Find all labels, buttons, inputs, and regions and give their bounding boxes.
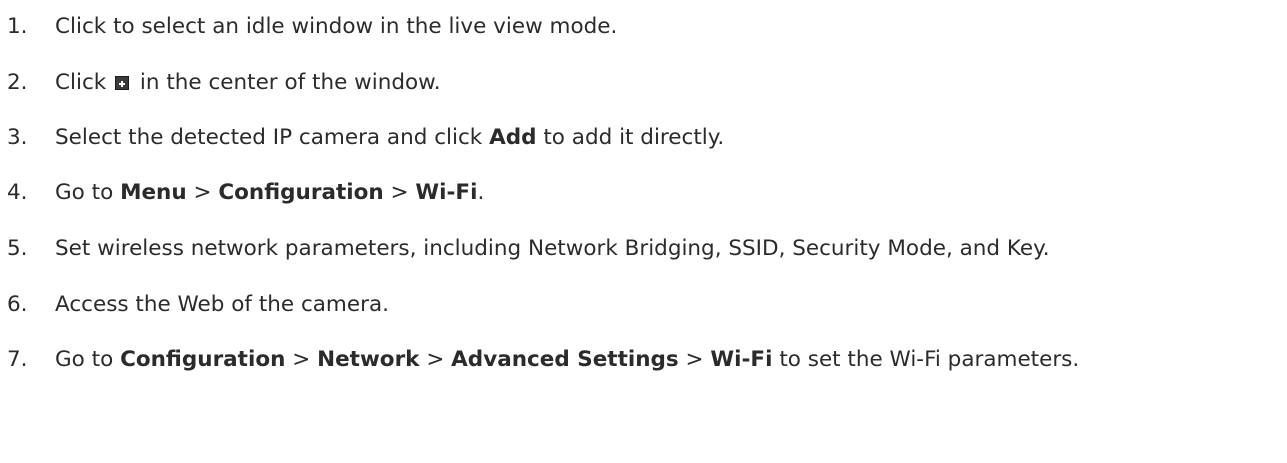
step-6: 6. Access the Web of the camera. [7,284,389,324]
step-1: 1. Click to select an idle window in the… [7,6,617,46]
step-text: Go to Configuration > Network > Advanced… [55,347,1079,372]
step-2: 2. Click in the center of the window. [7,62,441,102]
step-text-segment: to set the Wi-Fi parameters. [772,346,1080,372]
step-text-segment: Click [55,69,114,95]
step-text: Click to select an idle window in the li… [55,14,617,39]
step-7: 7. Go to Configuration > Network > Advan… [7,339,1079,379]
ui-term-configuration: Configuration [218,179,384,205]
ui-term-menu: Menu [120,179,187,205]
step-4: 4. Go to Menu > Configuration > Wi-Fi. [7,172,484,212]
step-text: Go to Menu > Configuration > Wi-Fi. [55,180,484,205]
step-text: Select the detected IP camera and click … [55,125,724,150]
path-separator: > [678,346,711,372]
step-number: 3. [7,124,28,150]
step-text: Access the Web of the camera. [55,292,389,317]
step-text-segment: . [477,179,485,205]
ui-term-wifi: Wi-Fi [710,346,773,372]
step-text-segment: Access the Web of the camera. [55,291,389,317]
step-number: 1. [7,13,28,39]
step-number: 2. [7,69,28,95]
ui-term-advanced-settings: Advanced Settings [451,346,679,372]
path-separator: > [419,346,452,372]
path-separator: > [383,179,416,205]
step-text-segment: Go to [55,179,121,205]
step-number: 7. [7,346,28,372]
ui-term-network: Network [317,346,420,372]
step-text-segment: in the center of the window. [133,69,441,95]
step-text: Click in the center of the window. [55,70,441,95]
step-number: 5. [7,235,28,261]
ui-term-wifi: Wi-Fi [415,179,478,205]
step-text: Set wireless network parameters, includi… [55,236,1050,261]
step-text-segment: Set wireless network parameters, includi… [55,235,1050,261]
step-number: 4. [7,179,28,205]
step-number: 6. [7,291,28,317]
ui-term-configuration: Configuration [120,346,286,372]
step-text-segment: Click to select an idle window in the li… [55,13,618,39]
path-separator: > [186,179,219,205]
step-5: 5. Set wireless network parameters, incl… [7,228,1050,268]
step-text-segment: Select the detected IP camera and click [55,124,490,150]
add-icon [115,75,130,90]
ui-term-add: Add [489,124,537,150]
step-3: 3. Select the detected IP camera and cli… [7,117,724,157]
path-separator: > [285,346,318,372]
step-text-segment: to add it directly. [536,124,725,150]
step-text-segment: Go to [55,346,121,372]
